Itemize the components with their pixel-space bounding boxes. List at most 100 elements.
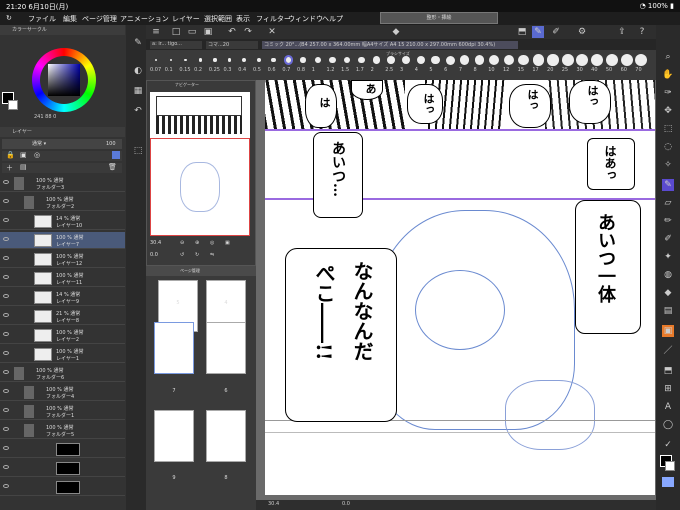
brush-size-dot[interactable] — [591, 54, 604, 66]
layer-row[interactable] — [0, 441, 125, 458]
tab-1[interactable]: a: ir... tigo... — [150, 41, 202, 49]
brush-size-dot[interactable] — [474, 55, 485, 65]
brush-size-label[interactable]: 7 — [459, 67, 462, 73]
brush-size-dot[interactable] — [387, 56, 396, 64]
brush-size-dot[interactable] — [635, 54, 648, 66]
balloon-icon[interactable]: ◯ — [662, 419, 674, 431]
navigator-icon[interactable]: ⬚ — [132, 145, 144, 157]
brush-size-label[interactable]: 0.5 — [253, 67, 261, 73]
brush-size-label[interactable]: 0.7 — [282, 67, 290, 73]
visibility-eye-icon[interactable] — [3, 275, 9, 279]
hand-tool-icon[interactable]: ✋ — [662, 69, 674, 81]
document-title-box[interactable]: 整形・挿絵 — [380, 12, 498, 24]
page-thumb[interactable] — [206, 322, 246, 374]
eraser-icon[interactable]: ▱ — [662, 197, 674, 209]
sub-color-swatch[interactable] — [8, 100, 18, 110]
lasso-icon[interactable]: ◌ — [662, 141, 674, 153]
ruler-icon[interactable]: ⬒ — [516, 26, 528, 38]
brush-size-dot[interactable] — [402, 56, 410, 64]
brush-size-label[interactable]: 3 — [400, 67, 403, 73]
layer-row[interactable]: 100 % 通常 レイヤー7 — [0, 232, 125, 249]
brush-size-label[interactable]: 2 — [371, 67, 374, 73]
brush-size-dot[interactable] — [605, 54, 618, 66]
save-icon[interactable]: ▣ — [202, 26, 214, 38]
visibility-eye-icon[interactable] — [3, 408, 9, 412]
brush-size-dot[interactable] — [547, 54, 559, 66]
pencil-icon[interactable]: ✏ — [662, 215, 674, 227]
brush-size-dot[interactable] — [329, 56, 336, 64]
flip-icon[interactable]: ⇋ — [210, 252, 214, 258]
visibility-eye-icon[interactable] — [3, 237, 9, 241]
brush-size-label[interactable]: 15 — [518, 67, 524, 73]
visibility-eye-icon[interactable] — [3, 199, 9, 203]
brush-size-label[interactable]: 50 — [606, 67, 612, 73]
brush-size-dot[interactable] — [532, 54, 544, 66]
brush-size-dot[interactable] — [576, 54, 589, 66]
magic-wand-icon[interactable]: ✧ — [662, 159, 674, 171]
frame-tool-icon[interactable]: ▣ — [662, 325, 674, 337]
brush-size-label[interactable]: 1.5 — [341, 67, 349, 73]
brush-size-dot[interactable] — [518, 54, 530, 66]
manga-page[interactable]: あ は はっ はっ はっ あいつ… はあっ あいつ一体 なんなんだ ぺこ――!! — [265, 80, 655, 495]
brush-size-dot[interactable] — [460, 55, 470, 65]
brush-size-dot[interactable] — [184, 58, 187, 62]
menu-animation[interactable]: アニメーション — [120, 14, 169, 24]
brush-tool-icon[interactable]: ✐ — [662, 233, 674, 245]
menu-filter[interactable]: フィルター — [256, 14, 291, 24]
layer-folder-row[interactable]: 100 % 通常 フォルダー1 — [0, 403, 125, 420]
visibility-eye-icon[interactable] — [3, 465, 9, 469]
brush-icon[interactable]: ✐ — [550, 26, 562, 38]
brush-size-label[interactable]: 0.15 — [179, 67, 190, 73]
new-icon[interactable]: □ — [170, 26, 182, 38]
brush-size-label[interactable]: 1.7 — [356, 67, 364, 73]
visibility-eye-icon[interactable] — [3, 351, 9, 355]
brush-size-dot[interactable] — [431, 55, 440, 65]
pen-tool-icon[interactable]: ✎ — [132, 37, 144, 49]
rotate-left-icon[interactable]: ↺ — [180, 252, 184, 258]
actual-size-icon[interactable]: ▣ — [225, 240, 230, 246]
brush-size-label[interactable]: 70 — [635, 67, 641, 73]
pen-tool-active-icon[interactable]: ✎ — [662, 179, 674, 191]
layer-folder-row[interactable]: 100 % 通常 フォルダー6 — [0, 365, 125, 382]
brush-size-label[interactable]: 0.25 — [209, 67, 220, 73]
layer-row[interactable]: 14 % 通常 レイヤー10 — [0, 213, 125, 230]
zoom-in-icon[interactable]: ⊕ — [195, 240, 199, 246]
layer-row[interactable]: 21 % 通常 レイヤー8 — [0, 308, 125, 325]
transparent-color-chip[interactable] — [662, 477, 674, 487]
brush-size-label[interactable]: 1 — [312, 67, 315, 73]
visibility-eye-icon[interactable] — [3, 332, 9, 336]
canvas-zoom[interactable]: 30.4 — [268, 501, 279, 507]
layer-folder-row[interactable]: 100 % 通常 フォルダー2 — [0, 194, 125, 211]
layer-folder-row[interactable]: 100 % 通常 フォルダー4 — [0, 384, 125, 401]
line-correct-icon[interactable]: ✓ — [662, 439, 674, 451]
help-icon[interactable]: ? — [636, 26, 648, 38]
brush-size-label[interactable]: 2.5 — [385, 67, 393, 73]
select-tool-icon[interactable]: ⬚ — [662, 123, 674, 135]
brush-size-dot[interactable] — [445, 55, 455, 65]
sub-color-chip[interactable] — [665, 461, 675, 471]
brush-size-label[interactable]: 0.1 — [165, 67, 173, 73]
brush-size-label[interactable]: 0.07 — [150, 67, 161, 73]
layer-folder-row[interactable]: 100 % 通常 フォルダー5 — [0, 422, 125, 439]
settings-icon[interactable]: ⚙ — [576, 26, 588, 38]
brush-size-dot[interactable] — [620, 54, 633, 66]
brush-size-dot[interactable] — [503, 54, 515, 66]
page-thumb[interactable] — [206, 410, 246, 462]
brush-size-label[interactable]: 12 — [503, 67, 509, 73]
layer-color-icon[interactable] — [112, 151, 120, 159]
menu-window[interactable]: ウィンドウ — [288, 14, 323, 24]
brush-size-label[interactable]: 0.2 — [194, 67, 202, 73]
menu-file[interactable]: ファイル — [28, 14, 56, 24]
brush-size-label[interactable]: 4 — [415, 67, 418, 73]
layer-row[interactable] — [0, 460, 125, 477]
layer-row[interactable]: 14 % 通常 レイヤー9 — [0, 289, 125, 306]
color-icon[interactable]: ◐ — [132, 65, 144, 77]
brush-size-dot[interactable] — [283, 55, 293, 65]
visibility-eye-icon[interactable] — [3, 389, 9, 393]
blend-icon[interactable]: ◍ — [662, 269, 674, 281]
layer-row[interactable]: 100 % 通常 レイヤー11 — [0, 270, 125, 287]
text-tool-icon[interactable]: A — [662, 401, 674, 413]
lock-icon[interactable]: 🔒 — [6, 151, 15, 159]
visibility-eye-icon[interactable] — [3, 446, 9, 450]
brush-size-dot[interactable] — [343, 56, 351, 64]
